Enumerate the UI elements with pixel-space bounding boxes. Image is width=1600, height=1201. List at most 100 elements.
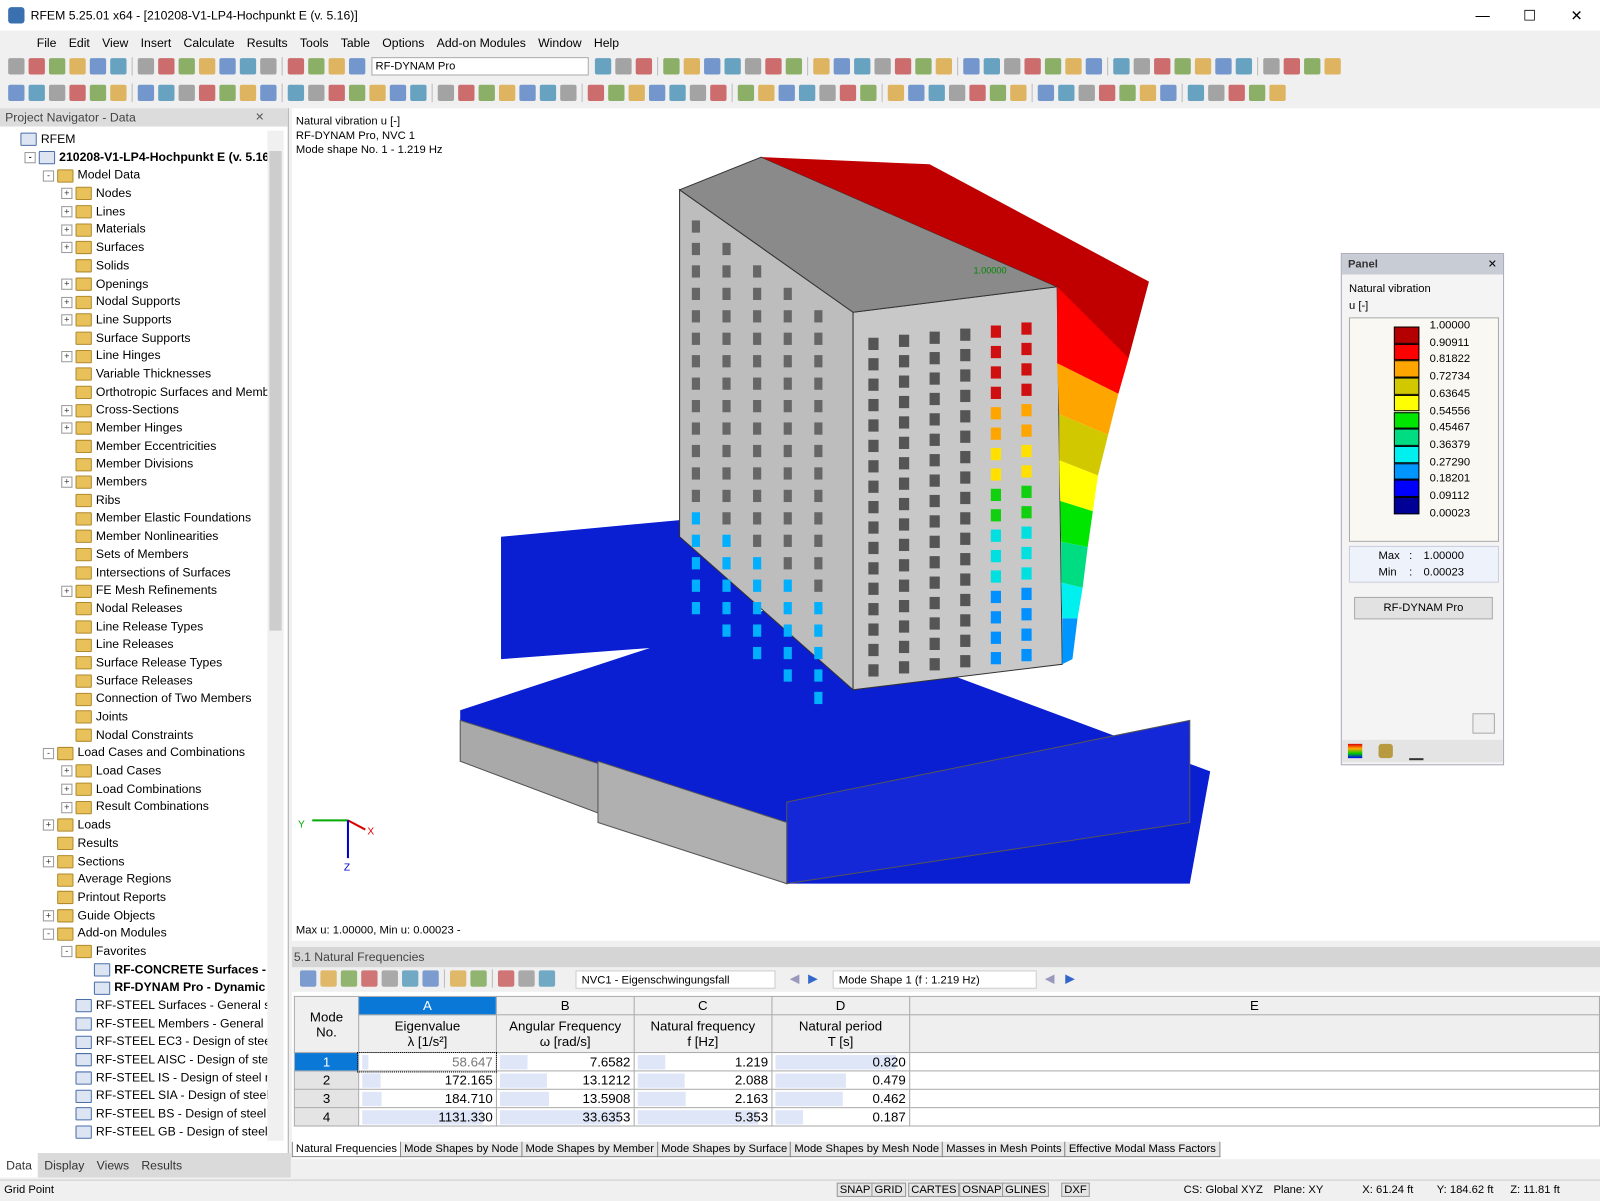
toolbar-button-icon[interactable] xyxy=(49,58,65,74)
toolbar-button-icon[interactable] xyxy=(908,85,924,101)
expand-icon[interactable]: + xyxy=(61,423,72,434)
toolbar-button-icon[interactable] xyxy=(1249,85,1265,101)
row-number[interactable]: 1 xyxy=(294,1053,358,1071)
toolbar-button-icon[interactable] xyxy=(308,85,324,101)
menu-add-on-modules[interactable]: Add-on Modules xyxy=(431,33,532,53)
toolbar-button-icon[interactable] xyxy=(799,85,815,101)
table-tool-icon[interactable] xyxy=(300,970,316,986)
tree-item[interactable]: +Line Supports xyxy=(0,311,267,329)
tree-item[interactable]: +Guide Objects xyxy=(0,907,267,925)
toolbar-button-icon[interactable] xyxy=(29,85,45,101)
table-cell[interactable]: 0.187 xyxy=(772,1108,910,1126)
menu-results[interactable]: Results xyxy=(241,33,294,53)
status-toggle-grid[interactable]: GRID xyxy=(871,1183,905,1197)
table-tool-icon[interactable] xyxy=(539,970,555,986)
toolbar-button-icon[interactable] xyxy=(260,85,276,101)
toolbar-button-icon[interactable] xyxy=(1236,58,1252,74)
tree-item[interactable]: Sets of Members xyxy=(0,546,267,564)
table-tool-icon[interactable] xyxy=(498,970,514,986)
tree-item[interactable]: -210208-V1-LP4-Hochpunkt E (v. 5.16) xyxy=(0,149,267,167)
toolbar-button-icon[interactable] xyxy=(936,58,952,74)
tree-item[interactable]: +Cross-Sections xyxy=(0,401,267,419)
toolbar-button-icon[interactable] xyxy=(1099,85,1115,101)
table-cell[interactable]: 2.163 xyxy=(634,1089,772,1107)
expand-icon[interactable]: + xyxy=(61,405,72,416)
next-icon[interactable]: ▶ xyxy=(808,971,817,985)
expand-icon[interactable]: + xyxy=(61,224,72,235)
toolbar-button-icon[interactable] xyxy=(765,58,781,74)
tree-item[interactable]: Connection of Two Members xyxy=(0,690,267,708)
tree-item[interactable]: +Result Combinations xyxy=(0,798,267,816)
results-tab[interactable]: Masses in Mesh Points xyxy=(942,1142,1066,1157)
toolbar-button-icon[interactable] xyxy=(984,58,1000,74)
table-cell[interactable]: 0.462 xyxy=(772,1089,910,1107)
menu-calculate[interactable]: Calculate xyxy=(177,33,240,53)
navigator-scrollbar[interactable] xyxy=(267,131,283,1141)
tree-item[interactable]: Orthotropic Surfaces and Membra xyxy=(0,383,267,401)
table-cell[interactable] xyxy=(909,1053,1599,1071)
toolbar-button-icon[interactable] xyxy=(1004,58,1020,74)
table-cell[interactable]: 1.219 xyxy=(634,1053,772,1071)
toolbar-button-icon[interactable] xyxy=(329,85,345,101)
toolbar-button-icon[interactable] xyxy=(179,58,195,74)
legend-tab-icon[interactable] xyxy=(1348,744,1362,758)
toolbar-button-icon[interactable] xyxy=(49,85,65,101)
toolbar-button-icon[interactable] xyxy=(1010,85,1026,101)
module-select[interactable]: RF-DYNAM Pro xyxy=(371,57,588,75)
table-tool-icon[interactable] xyxy=(518,970,534,986)
toolbar-button-icon[interactable] xyxy=(349,58,365,74)
nav-tab-data[interactable]: Data xyxy=(0,1153,38,1177)
toolbar-button-icon[interactable] xyxy=(929,85,945,101)
toolbar-button-icon[interactable] xyxy=(1086,58,1102,74)
tree-item[interactable]: +Load Cases xyxy=(0,762,267,780)
row-number[interactable]: 4 xyxy=(294,1108,358,1126)
tree-item[interactable]: +Nodes xyxy=(0,185,267,203)
toolbar-button-icon[interactable] xyxy=(786,58,802,74)
toolbar-button-icon[interactable] xyxy=(1045,58,1061,74)
toolbar-button-icon[interactable] xyxy=(1160,85,1176,101)
toolbar-button-icon[interactable] xyxy=(1263,58,1279,74)
table-tool-icon[interactable] xyxy=(361,970,377,986)
table-cell[interactable]: 0.479 xyxy=(772,1071,910,1089)
prev-mode-icon[interactable]: ◀ xyxy=(1045,971,1054,985)
tree-item[interactable]: +Nodal Supports xyxy=(0,293,267,311)
toolbar-button-icon[interactable] xyxy=(308,58,324,74)
expand-icon[interactable]: + xyxy=(61,585,72,596)
toolbar-button-icon[interactable] xyxy=(813,58,829,74)
mode-shape-select[interactable]: Mode Shape 1 (f : 1.219 Hz) xyxy=(833,970,1037,988)
menu-options[interactable]: Options xyxy=(376,33,430,53)
tree-item[interactable]: Solids xyxy=(0,257,267,275)
toolbar-button-icon[interactable] xyxy=(1324,58,1340,74)
menu-table[interactable]: Table xyxy=(335,33,377,53)
toolbar-button-icon[interactable] xyxy=(636,58,652,74)
toolbar-button-icon[interactable] xyxy=(840,85,856,101)
table-cell[interactable]: 7.6582 xyxy=(496,1053,634,1071)
close-icon[interactable]: ✕ xyxy=(255,110,264,123)
toolbar-button-icon[interactable] xyxy=(1154,58,1170,74)
results-tab[interactable]: Mode Shapes by Surface xyxy=(657,1142,791,1157)
toolbar-button-icon[interactable] xyxy=(1284,58,1300,74)
results-tab[interactable]: Effective Modal Mass Factors xyxy=(1065,1142,1220,1157)
rf-dynam-button[interactable]: RF-DYNAM Pro xyxy=(1354,597,1493,619)
column-letter[interactable]: C xyxy=(634,996,772,1014)
status-toggle-glines[interactable]: GLINES xyxy=(1002,1183,1049,1197)
table-tool-icon[interactable] xyxy=(450,970,466,986)
toolbar-button-icon[interactable] xyxy=(860,85,876,101)
toolbar-button-icon[interactable] xyxy=(1188,85,1204,101)
tree-item[interactable]: -Favorites xyxy=(0,943,267,961)
toolbar-button-icon[interactable] xyxy=(219,85,235,101)
expand-icon[interactable]: + xyxy=(61,206,72,217)
toolbar-button-icon[interactable] xyxy=(724,58,740,74)
toolbar-button-icon[interactable] xyxy=(915,58,931,74)
tree-item[interactable]: +Materials xyxy=(0,221,267,239)
expand-icon[interactable]: + xyxy=(61,242,72,253)
toolbar-button-icon[interactable] xyxy=(1038,85,1054,101)
toolbar-button-icon[interactable] xyxy=(1079,85,1095,101)
table-row[interactable]: 3184.71013.59082.1630.462 xyxy=(294,1089,1599,1107)
toolbar-button-icon[interactable] xyxy=(69,85,85,101)
table-cell[interactable]: 1131.330 xyxy=(359,1108,497,1126)
tree-item[interactable]: +Load Combinations xyxy=(0,780,267,798)
table-cell[interactable] xyxy=(909,1089,1599,1107)
toolbar-button-icon[interactable] xyxy=(110,58,126,74)
table-tool-icon[interactable] xyxy=(382,970,398,986)
